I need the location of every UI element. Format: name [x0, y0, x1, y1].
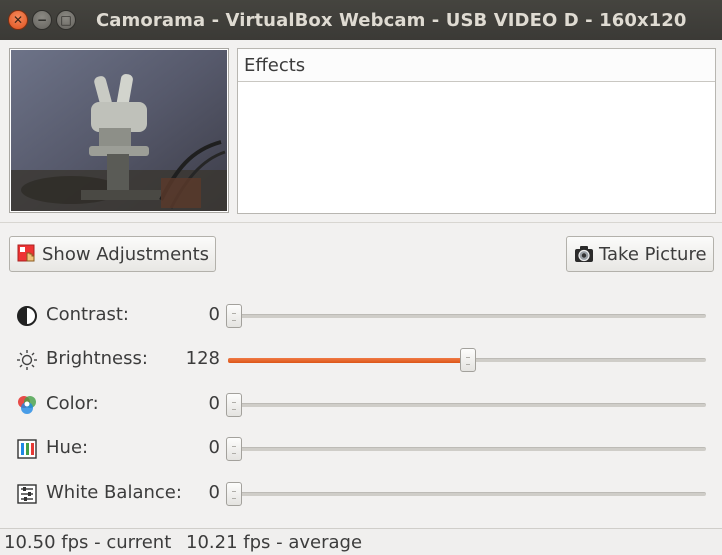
contrast-row: Contrast: 0 [0, 301, 722, 331]
color-slider[interactable] [226, 393, 706, 417]
maximize-window-button[interactable]: □ [56, 10, 76, 30]
hue-slider[interactable] [226, 437, 706, 461]
hue-value: 0 [208, 437, 220, 458]
brightness-slider-fill [228, 358, 467, 363]
hue-label: Hue: [46, 437, 89, 458]
brightness-label: Brightness: [46, 348, 148, 369]
webcam-preview [9, 48, 229, 213]
contrast-slider[interactable] [226, 304, 706, 328]
contrast-label: Contrast: [46, 304, 129, 325]
color-icon [16, 394, 38, 416]
white-balance-slider[interactable] [226, 482, 706, 506]
show-adjustments-label: Show Adjustments [42, 243, 210, 265]
take-picture-label: Take Picture [599, 243, 707, 265]
brightness-slider[interactable] [228, 348, 706, 372]
color-label: Color: [46, 393, 99, 414]
effects-list[interactable]: Effects [237, 48, 716, 214]
brightness-row: Brightness: 128 [0, 345, 722, 375]
show-adjustments-button[interactable]: Show Adjustments [9, 236, 216, 272]
title-bar: ✕ − □ Camorama - VirtualBox Webcam - USB… [0, 0, 722, 40]
fps-average: 10.21 fps - average [186, 532, 363, 553]
contrast-slider-handle[interactable] [226, 304, 242, 328]
white-balance-label: White Balance: [46, 482, 182, 503]
status-bar: 10.50 fps - current 10.21 fps - average [0, 528, 722, 555]
white-balance-icon [16, 483, 38, 505]
color-row: Color: 0 [0, 390, 722, 420]
hue-icon [16, 438, 38, 460]
white-balance-slider-handle[interactable] [226, 482, 242, 506]
white-balance-row: White Balance: 0 [0, 479, 722, 509]
brightness-slider-handle[interactable] [460, 348, 477, 372]
minimize-icon: − [36, 13, 48, 27]
contrast-value: 0 [208, 304, 220, 325]
color-slider-handle[interactable] [226, 393, 242, 417]
maximize-icon: □ [60, 13, 72, 27]
fps-current: 10.50 fps - current [4, 532, 172, 553]
color-value: 0 [208, 393, 220, 414]
close-window-button[interactable]: ✕ [8, 10, 28, 30]
window-title: Camorama - VirtualBox Webcam - USB VIDEO… [96, 9, 687, 31]
hue-slider-handle[interactable] [226, 437, 242, 461]
close-icon: ✕ [12, 13, 24, 27]
webcam-image [11, 50, 227, 211]
hue-row: Hue: 0 [0, 434, 722, 464]
camera-icon [573, 243, 595, 265]
divider [0, 222, 722, 223]
adjustments-icon [16, 243, 38, 265]
brightness-value: 128 [185, 348, 220, 369]
brightness-icon [16, 349, 38, 371]
contrast-icon [16, 305, 38, 327]
take-picture-button[interactable]: Take Picture [566, 236, 714, 272]
white-balance-value: 0 [208, 482, 220, 503]
effects-header[interactable]: Effects [238, 49, 715, 82]
minimize-window-button[interactable]: − [32, 10, 52, 30]
window-controls: ✕ − □ [8, 10, 76, 30]
